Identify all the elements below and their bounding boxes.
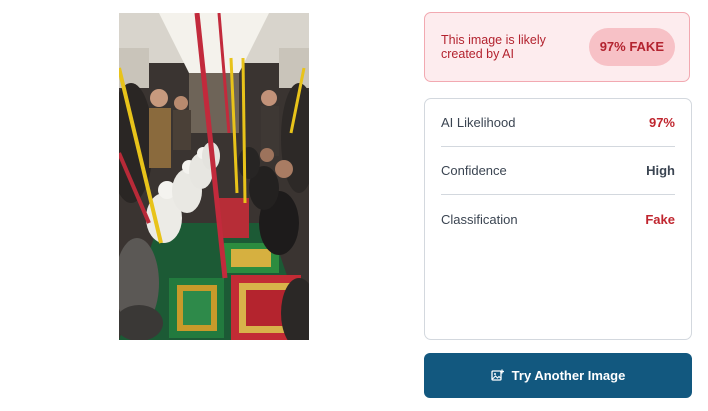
confidence-value: High <box>646 163 675 178</box>
classification-value: Fake <box>645 211 675 227</box>
verdict-message: This image is likely created by AI <box>441 33 546 61</box>
detail-row-classification: Classification Fake <box>441 195 675 243</box>
detail-row-ai-likelihood: AI Likelihood 97% <box>441 99 675 147</box>
classification-label: Classification <box>441 211 518 227</box>
verdict-banner: This image is likely created by AI 97% F… <box>424 12 690 82</box>
try-another-image-button[interactable]: Try Another Image <box>424 353 692 398</box>
verdict-badge: 97% FAKE <box>588 28 675 66</box>
try-another-image-label: Try Another Image <box>511 368 626 383</box>
analyzed-image <box>119 13 309 340</box>
analysis-details-panel: AI Likelihood 97% Confidence High Classi… <box>424 98 692 340</box>
image-upload-icon <box>491 369 504 382</box>
confidence-label: Confidence <box>441 163 507 178</box>
ai-likelihood-value: 97% <box>648 115 675 130</box>
detail-row-confidence: Confidence High <box>441 147 675 195</box>
ai-likelihood-label: AI Likelihood <box>441 115 516 130</box>
